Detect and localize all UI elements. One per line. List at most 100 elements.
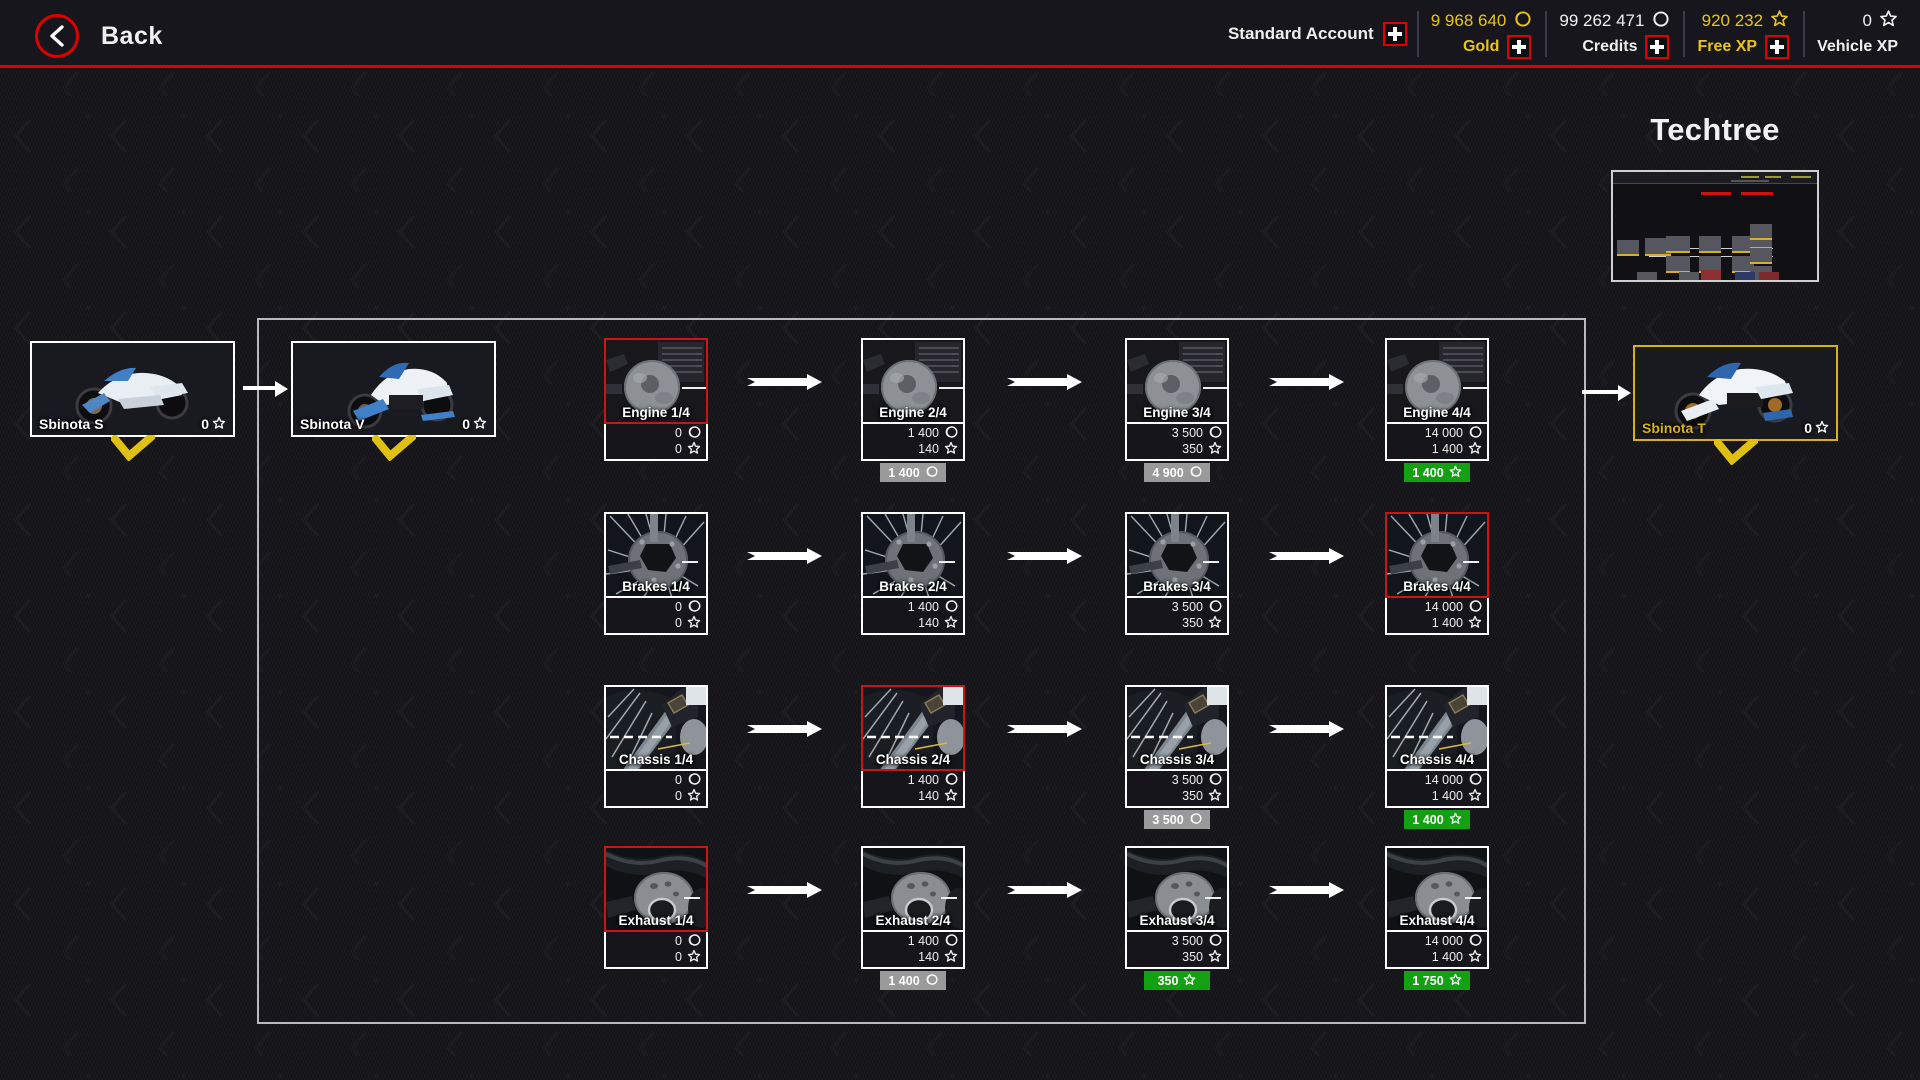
currency-bar: Standard Account 9 968 640 Gold xyxy=(1214,5,1912,63)
module-credit-cost: 0 xyxy=(606,933,701,949)
module-xp-cost: 140 xyxy=(863,615,958,631)
module-title: Chassis 2/4 xyxy=(863,750,963,769)
star-icon xyxy=(1468,949,1482,966)
vehicle-card-sbinota-v[interactable]: Sbinota V 0 xyxy=(291,341,496,437)
module-card-chassis-1-4[interactable]: Chassis 1/400 xyxy=(604,685,708,808)
module-thumbnail: Engine 1/4 xyxy=(604,338,708,424)
module-xp-value: 1 400 xyxy=(1432,616,1463,630)
techtree-minimap[interactable] xyxy=(1611,170,1819,282)
module-xp-value: 350 xyxy=(1182,442,1203,456)
module-card-brakes-4-4[interactable]: Brakes 4/414 0001 400 xyxy=(1385,512,1489,635)
vehicle-xp-value: 0 xyxy=(1804,420,1812,436)
connector-arrow xyxy=(1269,719,1345,744)
module-card-engine-2-4[interactable]: Engine 2/41 400140 xyxy=(861,338,965,461)
star-icon xyxy=(1815,420,1829,437)
module-card-engine-3-4[interactable]: Engine 3/4 3 500 350 xyxy=(1125,338,1229,461)
star-icon xyxy=(1468,788,1482,805)
connector-arrow xyxy=(1269,372,1345,397)
module-card-brakes-3-4[interactable]: Brakes 3/43 500350 xyxy=(1125,512,1229,635)
module-card-exhaust-4-4[interactable]: Exhaust 4/414 0001 400 xyxy=(1385,846,1489,969)
module-thumbnail: Engine 3/4 xyxy=(1125,338,1229,424)
module-credit-cost: 0 xyxy=(606,425,701,441)
vehicle-xp: 0 xyxy=(201,416,226,433)
module-credit-value: 0 xyxy=(675,426,682,440)
connector-arrow xyxy=(1007,880,1083,905)
module-credit-cost: 1 400 xyxy=(863,772,958,788)
module-xp-cost: 1 400 xyxy=(1387,441,1482,457)
credit-coin-icon xyxy=(944,599,958,616)
module-total-cost-badge: 350 xyxy=(1144,971,1210,990)
module-card-chassis-2-4[interactable]: Chassis 2/4 1 400140 xyxy=(861,685,965,808)
module-title: Exhaust 2/4 xyxy=(863,911,963,930)
module-card-exhaust-1-4[interactable]: Exhaust 1/400 xyxy=(604,846,708,969)
vehicle-xp-amount: 0 xyxy=(1863,11,1872,31)
module-total-cost-badge: 3 500 xyxy=(1144,810,1210,829)
account-plus-button[interactable] xyxy=(1383,22,1407,46)
module-title: Chassis 4/4 xyxy=(1387,750,1487,769)
module-xp-cost: 140 xyxy=(863,441,958,457)
module-thumbnail: Brakes 2/4 xyxy=(861,512,965,598)
credits-plus-button[interactable] xyxy=(1645,35,1669,59)
module-xp-value: 0 xyxy=(675,789,682,803)
credit-coin-icon xyxy=(1208,425,1222,442)
module-credit-value: 0 xyxy=(675,773,682,787)
module-total-cost-badge: 1 400 xyxy=(1404,463,1470,482)
module-credit-value: 14 000 xyxy=(1425,426,1463,440)
gold-plus-button[interactable] xyxy=(1507,35,1531,59)
star-icon xyxy=(687,949,701,966)
module-title: Brakes 4/4 xyxy=(1387,577,1487,596)
module-credit-value: 14 000 xyxy=(1425,934,1463,948)
module-card-exhaust-2-4[interactable]: Exhaust 2/41 400140 xyxy=(861,846,965,969)
module-card-brakes-1-4[interactable]: Brakes 1/400 xyxy=(604,512,708,635)
module-card-engine-1-4[interactable]: Engine 1/400 xyxy=(604,338,708,461)
module-total-cost-badge: 1 400 xyxy=(880,463,946,482)
module-xp-value: 350 xyxy=(1182,789,1203,803)
credit-coin-icon xyxy=(1208,933,1222,950)
module-card-exhaust-3-4[interactable]: Exhaust 3/43 500350 xyxy=(1125,846,1229,969)
module-credit-value: 3 500 xyxy=(1172,773,1203,787)
module-thumbnail: Chassis 3/4 xyxy=(1125,685,1229,771)
star-icon xyxy=(1449,465,1462,481)
module-credit-cost: 1 400 xyxy=(863,933,958,949)
module-title: Chassis 3/4 xyxy=(1127,750,1227,769)
credit-coin-icon xyxy=(1189,465,1202,481)
star-icon xyxy=(1208,615,1222,632)
module-xp-cost: 140 xyxy=(863,788,958,804)
star-icon xyxy=(687,615,701,632)
badge-value: 1 750 xyxy=(1412,974,1443,988)
module-card-chassis-4-4[interactable]: Chassis 4/414 0001 400 xyxy=(1385,685,1489,808)
module-card-chassis-3-4[interactable]: Chassis 3/4 3 500 350 xyxy=(1125,685,1229,808)
vehicle-xp-label: Vehicle XP xyxy=(1817,38,1898,56)
module-credit-cost: 0 xyxy=(606,599,701,615)
badge-value: 4 900 xyxy=(1152,466,1183,480)
module-xp-value: 0 xyxy=(675,950,682,964)
module-credit-value: 3 500 xyxy=(1172,426,1203,440)
module-cost-panel: 1 400140 xyxy=(861,598,965,635)
module-title: Exhaust 1/4 xyxy=(606,911,706,930)
module-card-brakes-2-4[interactable]: Brakes 2/41 400140 xyxy=(861,512,965,635)
module-cost-panel: 00 xyxy=(604,932,708,969)
module-thumbnail: Chassis 2/4 xyxy=(861,685,965,771)
credits-label: Credits xyxy=(1582,38,1637,56)
vehicle-card-sbinota-t[interactable]: Sbinota T 0 xyxy=(1633,345,1838,441)
credit-coin-icon xyxy=(944,933,958,950)
module-credit-value: 1 400 xyxy=(908,773,939,787)
credit-coin-icon xyxy=(1651,10,1669,33)
module-credit-value: 1 400 xyxy=(908,600,939,614)
module-credit-value: 0 xyxy=(675,934,682,948)
techtree-screen: Back Standard Account 9 968 640 xyxy=(0,0,1920,1080)
star-icon xyxy=(1208,949,1222,966)
module-xp-cost: 1 400 xyxy=(1387,615,1482,631)
module-credit-cost: 14 000 xyxy=(1387,425,1482,441)
module-credit-cost: 3 500 xyxy=(1127,772,1222,788)
vehicle-card-sbinota-s[interactable]: Sbinota S 0 xyxy=(30,341,235,437)
credit-coin-icon xyxy=(1468,772,1482,789)
connector-arrow xyxy=(1269,546,1345,571)
free-xp-plus-button[interactable] xyxy=(1765,35,1789,59)
back-button[interactable]: Back xyxy=(35,14,163,58)
credit-coin-icon xyxy=(1468,599,1482,616)
module-credit-value: 14 000 xyxy=(1425,773,1463,787)
module-xp-value: 0 xyxy=(675,616,682,630)
module-card-engine-4-4[interactable]: Engine 4/414 0001 400 xyxy=(1385,338,1489,461)
connector-arrow xyxy=(747,546,823,571)
